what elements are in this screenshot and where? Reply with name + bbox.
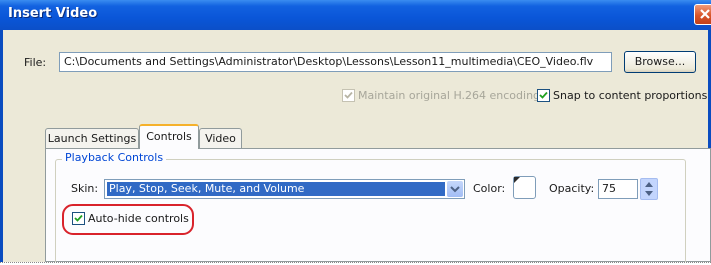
snap-proportions-checkbox[interactable] (537, 89, 550, 102)
close-button[interactable] (694, 4, 711, 25)
playback-controls-heading: Playback Controls (62, 151, 167, 164)
color-picker-swatch[interactable] (513, 176, 536, 199)
opacity-field[interactable]: 75 (598, 179, 638, 199)
arrow-up-icon[interactable] (645, 182, 653, 187)
checkmark-icon (344, 91, 353, 99)
annotation-highlight-circle (62, 204, 194, 235)
file-label: File: (24, 56, 47, 69)
chevron-down-icon (450, 186, 460, 193)
snap-proportions-label: Snap to content proportions (553, 89, 708, 102)
skin-dropdown[interactable]: Play, Stop, Seek, Mute, and Volume (104, 179, 465, 199)
browse-button[interactable]: Browse... (624, 51, 696, 73)
skin-selected-value: Play, Stop, Seek, Mute, and Volume (107, 182, 445, 196)
tab-video[interactable]: Video (199, 128, 242, 148)
skin-label: Skin: (71, 182, 99, 195)
cropped-edge-divider (0, 262, 711, 263)
file-path-field[interactable]: C:\Documents and Settings\Administrator\… (59, 52, 612, 72)
opacity-label: Opacity: (549, 182, 595, 195)
arrow-down-icon[interactable] (645, 191, 653, 196)
skin-dropdown-button[interactable] (447, 181, 463, 197)
color-label: Color: (473, 182, 506, 195)
swatch-corner-icon (514, 177, 520, 183)
tab-controls[interactable]: Controls (139, 124, 199, 149)
title-bar[interactable]: Insert Video (0, 0, 711, 30)
tab-launch-settings[interactable]: Launch Settings (45, 128, 139, 148)
window-frame-left (0, 30, 3, 262)
close-icon (700, 9, 710, 19)
maintain-encoding-checkbox[interactable] (342, 89, 355, 102)
dialog-title: Insert Video (8, 6, 98, 21)
checkmark-icon (539, 91, 548, 99)
insert-video-dialog: Insert Video File: C:\Documents and Sett… (0, 0, 711, 262)
opacity-stepper[interactable] (640, 178, 658, 200)
maintain-encoding-label: Maintain original H.264 encoding (358, 89, 541, 102)
